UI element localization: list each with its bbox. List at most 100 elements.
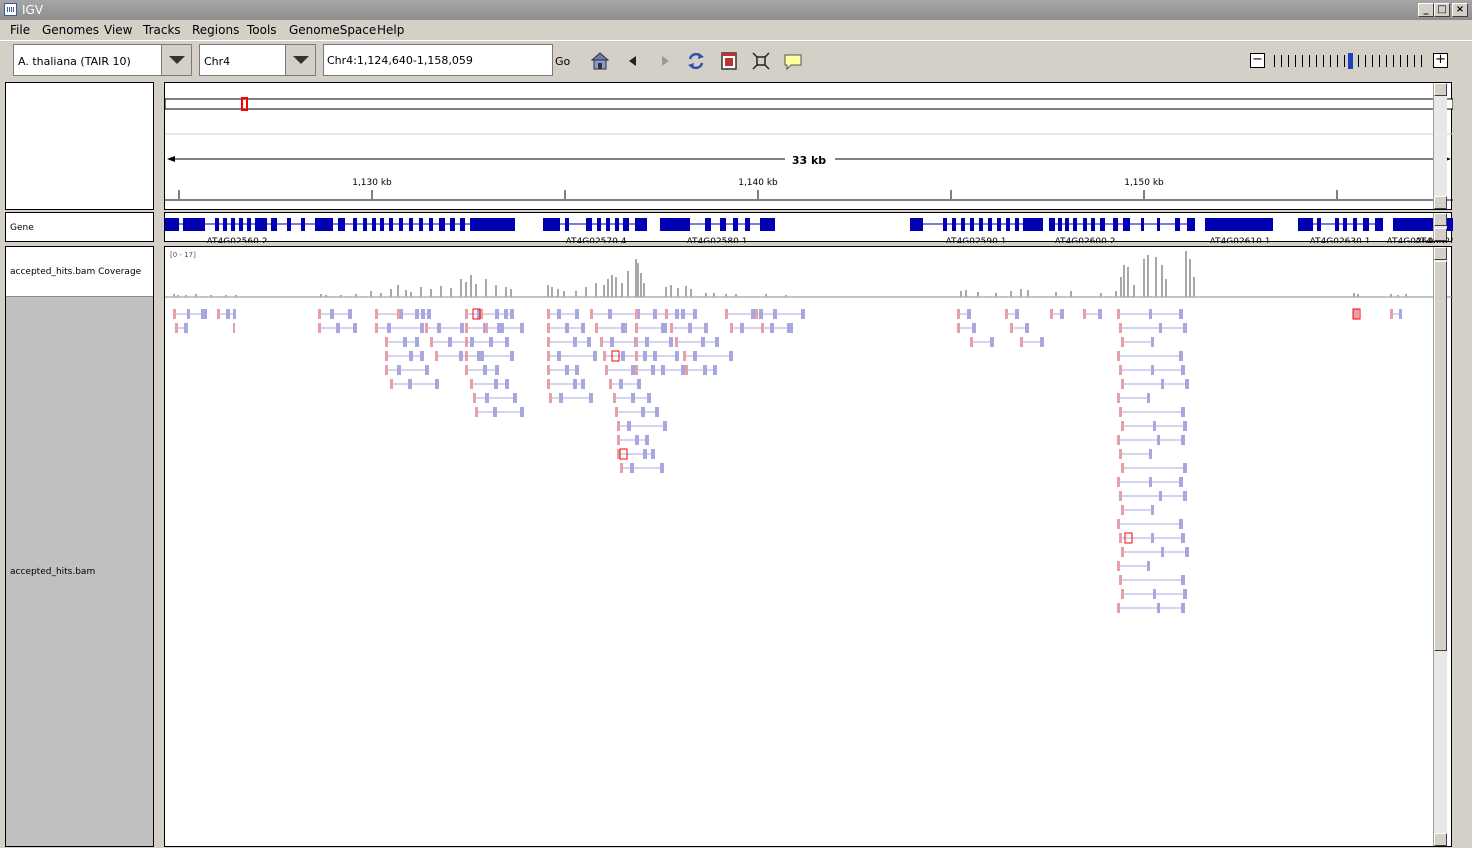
read-alignment[interactable]: [485, 323, 524, 333]
gene-exon[interactable]: [363, 218, 367, 231]
read-alignment[interactable]: [600, 337, 638, 347]
gene-exon[interactable]: [910, 218, 923, 231]
read-alignment[interactable]: [1083, 309, 1102, 319]
gene-exon[interactable]: [1065, 218, 1069, 231]
gene-exon[interactable]: [970, 218, 974, 231]
read-alignment[interactable]: [957, 309, 971, 319]
gene-exon[interactable]: [1058, 218, 1062, 231]
read-alignment[interactable]: [957, 323, 976, 333]
read-alignment[interactable]: [1050, 309, 1064, 319]
zoom-in-button[interactable]: +: [1433, 53, 1448, 68]
resize-to-window-icon[interactable]: [719, 51, 739, 71]
gene-exon[interactable]: [979, 218, 983, 231]
gene-exon[interactable]: [961, 218, 965, 231]
gene-exon[interactable]: [271, 218, 277, 231]
gene-exon[interactable]: [389, 218, 393, 231]
locus-input[interactable]: [323, 44, 553, 76]
gene-exon[interactable]: [287, 218, 291, 231]
read-alignment[interactable]: [590, 309, 640, 319]
gene-exon[interactable]: [1083, 218, 1087, 231]
gene-exon[interactable]: [1091, 218, 1095, 231]
gene-exon[interactable]: [660, 218, 690, 231]
gene-exon[interactable]: [372, 218, 376, 231]
gene-exon[interactable]: [597, 218, 601, 231]
read-alignment[interactable]: [1119, 407, 1185, 417]
bam-track[interactable]: [0 - 17]: [164, 246, 1453, 847]
genome-dropdown[interactable]: A. thaliana (TAIR 10): [13, 44, 192, 76]
gene-exon[interactable]: [183, 218, 205, 231]
read-alignment[interactable]: [617, 435, 649, 445]
read-alignment[interactable]: [1117, 519, 1183, 529]
read-alignment[interactable]: [1119, 323, 1187, 333]
gene-exon[interactable]: [239, 218, 243, 231]
read-alignment[interactable]: [385, 351, 424, 361]
gene-exon[interactable]: [247, 218, 251, 231]
gene-exon[interactable]: [215, 218, 219, 231]
read-alignment[interactable]: [1353, 309, 1359, 319]
gene-exon[interactable]: [952, 218, 956, 231]
gene-exon[interactable]: [429, 218, 433, 231]
menu-tools[interactable]: Tools: [247, 23, 277, 37]
gene-exon[interactable]: [1123, 218, 1130, 231]
read-alignment[interactable]: [549, 393, 593, 403]
read-alignment[interactable]: [173, 309, 207, 319]
read-alignment[interactable]: [318, 309, 352, 319]
gene-exon[interactable]: [1006, 218, 1010, 231]
read-alignment[interactable]: [1117, 435, 1185, 445]
gene-exon[interactable]: [399, 218, 403, 231]
read-alignment[interactable]: [1121, 547, 1189, 557]
gene-exon[interactable]: [439, 218, 445, 231]
gene-exon[interactable]: [606, 218, 610, 231]
gene-exon[interactable]: [1023, 218, 1043, 231]
read-alignment[interactable]: [675, 337, 719, 347]
gene-exon[interactable]: [1015, 218, 1019, 231]
gene-exon[interactable]: [1113, 218, 1118, 231]
refresh-icon[interactable]: [686, 51, 706, 71]
gene-exon[interactable]: [1205, 218, 1265, 231]
gene-exon[interactable]: [255, 218, 267, 231]
gene-exon[interactable]: [470, 218, 515, 231]
read-alignment[interactable]: [617, 421, 667, 431]
read-alignment[interactable]: [670, 323, 708, 333]
read-alignment[interactable]: [635, 337, 673, 347]
gene-exon[interactable]: [1049, 218, 1055, 231]
home-icon[interactable]: [590, 51, 610, 71]
read-alignment[interactable]: [683, 351, 733, 361]
forward-icon[interactable]: [655, 51, 675, 71]
read-alignment[interactable]: [547, 323, 585, 333]
gene-exon[interactable]: [231, 218, 235, 231]
read-alignment[interactable]: [547, 379, 585, 389]
read-alignment[interactable]: [1117, 351, 1183, 361]
read-alignment[interactable]: [475, 407, 524, 417]
read-alignment[interactable]: [1119, 491, 1187, 501]
read-alignment[interactable]: [175, 323, 188, 333]
read-alignment[interactable]: [465, 351, 514, 361]
alignment-track-label[interactable]: accepted_hits.bam: [10, 567, 95, 577]
menu-regions[interactable]: Regions: [192, 23, 239, 37]
read-alignment[interactable]: [470, 379, 509, 389]
read-alignment[interactable]: [1121, 463, 1187, 473]
read-alignment[interactable]: [1121, 505, 1154, 515]
read-alignment[interactable]: [465, 365, 499, 375]
menu-help[interactable]: Help: [377, 23, 404, 37]
back-icon[interactable]: [623, 51, 643, 71]
gene-exon[interactable]: [1141, 218, 1144, 231]
read-alignment[interactable]: [1121, 379, 1189, 389]
read-alignment[interactable]: [547, 365, 579, 375]
go-button[interactable]: Go: [555, 55, 570, 68]
chromosome-ideogram[interactable]: [165, 98, 1453, 110]
read-alignment[interactable]: [547, 337, 591, 347]
read-alignment[interactable]: [970, 337, 994, 347]
menu-view[interactable]: View: [104, 23, 132, 37]
chevron-down-icon[interactable]: [285, 45, 315, 75]
read-alignment[interactable]: [1119, 365, 1185, 375]
read-alignment[interactable]: [635, 323, 667, 333]
read-alignment[interactable]: [1005, 309, 1019, 319]
gene-exon[interactable]: [745, 218, 750, 231]
scroll-up-button[interactable]: [1434, 247, 1447, 260]
read-alignment[interactable]: [217, 309, 236, 319]
gene-exon[interactable]: [623, 218, 629, 231]
gene-exon[interactable]: [997, 218, 1001, 231]
gene-exon[interactable]: [1363, 218, 1369, 231]
gene-exon[interactable]: [419, 218, 423, 231]
